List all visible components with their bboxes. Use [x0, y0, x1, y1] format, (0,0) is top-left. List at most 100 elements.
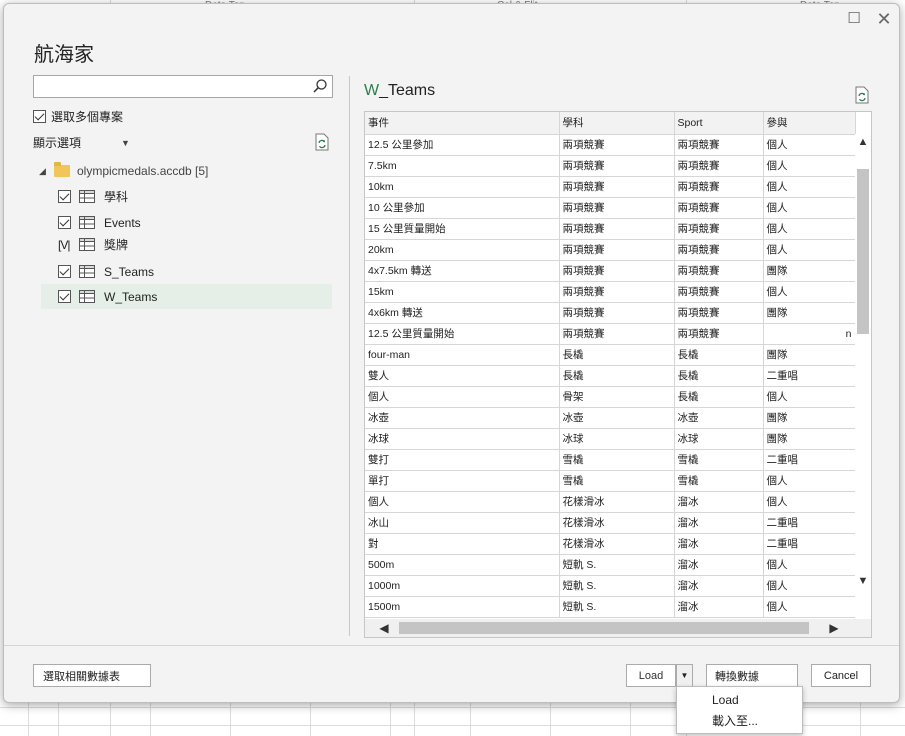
- table-cell[interactable]: 團隊: [763, 260, 856, 282]
- transform-data-button[interactable]: 轉換數據: [706, 664, 798, 687]
- table-row[interactable]: 1500m 短軌 S. 溜冰 個人: [365, 596, 856, 618]
- table-cell[interactable]: 溜冰: [674, 554, 764, 576]
- load-dropdown-chevron-icon[interactable]: ▼: [676, 664, 693, 687]
- preview-grid[interactable]: 事件 學科 Sport 參與 12.5 公里參加 兩項競賽 兩項競賽 個人 7.5km 兩…: [364, 111, 872, 638]
- table-cell[interactable]: 兩項競賽: [559, 134, 675, 156]
- table-cell[interactable]: 4x6km 轉送: [365, 302, 560, 324]
- table-cell[interactable]: 兩項競賽: [674, 281, 764, 303]
- refresh-icon[interactable]: [314, 133, 330, 151]
- table-row[interactable]: 冰山 花樣滑冰 溜冰 二重唱: [365, 512, 856, 534]
- pane-divider[interactable]: [349, 76, 350, 636]
- table-cell[interactable]: 個人: [763, 386, 856, 408]
- table-cell[interactable]: 個人: [763, 155, 856, 177]
- table-cell[interactable]: 團隊: [763, 344, 856, 366]
- table-cell[interactable]: 冰球: [674, 428, 764, 450]
- table-row[interactable]: 4x6km 轉送 兩項競賽 兩項競賽 團隊: [365, 302, 856, 324]
- table-cell[interactable]: 長橇: [559, 365, 675, 387]
- table-cell[interactable]: 4x7.5km 轉送: [365, 260, 560, 282]
- table-cell[interactable]: 冰球: [559, 428, 675, 450]
- table-cell[interactable]: 冰球: [365, 428, 560, 450]
- vertical-scroll-thumb[interactable]: [857, 169, 869, 334]
- table-cell[interactable]: 10km: [365, 176, 560, 198]
- table-row[interactable]: 個人 骨架 長橇 個人: [365, 386, 856, 408]
- table-cell[interactable]: 二重唱: [763, 365, 856, 387]
- menu-item-load-to[interactable]: 載入至...: [712, 712, 758, 729]
- table-row[interactable]: 10km 兩項競賽 兩項競賽 個人: [365, 176, 856, 198]
- table-cell[interactable]: 溜冰: [674, 491, 764, 513]
- table-cell[interactable]: 兩項競賽: [674, 239, 764, 261]
- menu-item-load[interactable]: Load: [712, 693, 739, 707]
- table-row[interactable]: 對花樣滑冰 溜冰 二重唱: [365, 533, 856, 555]
- refresh-icon[interactable]: [854, 86, 870, 104]
- table-cell[interactable]: 雪橇: [559, 449, 675, 471]
- table-row[interactable]: 單打 雪橇 雪橇 個人: [365, 470, 856, 492]
- table-row[interactable]: 10 公里參加 兩項競賽 兩項競賽 個人: [365, 197, 856, 219]
- table-cell[interactable]: 雙人: [365, 365, 560, 387]
- table-cell[interactable]: 個人: [763, 239, 856, 261]
- table-cell[interactable]: 二重唱: [763, 449, 856, 471]
- maximize-button[interactable]: ☐: [844, 10, 864, 30]
- tree-item-medals[interactable]: [V| 獎牌: [41, 232, 332, 257]
- table-cell[interactable]: 花樣滑冰: [559, 491, 675, 513]
- table-cell[interactable]: 溜冰: [674, 512, 764, 534]
- table-cell[interactable]: 兩項競賽: [674, 323, 764, 345]
- tree-item-w-teams[interactable]: W_Teams: [41, 284, 332, 309]
- table-cell[interactable]: 個人: [763, 197, 856, 219]
- table-cell[interactable]: 短軌 S.: [559, 596, 675, 618]
- table-cell[interactable]: 溜冰: [674, 575, 764, 597]
- table-cell[interactable]: 冰壺: [559, 407, 675, 429]
- table-cell[interactable]: n: [763, 323, 856, 345]
- horizontal-scroll-thumb[interactable]: [399, 622, 809, 634]
- column-header[interactable]: 學科: [559, 112, 675, 135]
- table-cell[interactable]: 兩項競賽: [559, 155, 675, 177]
- table-cell[interactable]: 團隊: [763, 428, 856, 450]
- table-cell[interactable]: 個人: [763, 134, 856, 156]
- table-cell[interactable]: 兩項競賽: [559, 197, 675, 219]
- table-cell[interactable]: 冰壺: [674, 407, 764, 429]
- table-cell[interactable]: 雪橇: [674, 470, 764, 492]
- table-cell[interactable]: 個人: [365, 386, 560, 408]
- table-row[interactable]: 500m 短軌 S. 溜冰 個人: [365, 554, 856, 576]
- checkbox-icon[interactable]: [58, 216, 71, 229]
- table-cell[interactable]: 12.5 公里參加: [365, 134, 560, 156]
- table-cell[interactable]: 雪橇: [674, 449, 764, 471]
- table-row[interactable]: 20km 兩項競賽 兩項競賽 個人: [365, 239, 856, 261]
- table-row[interactable]: 7.5km 兩項競賽 兩項競賽 個人: [365, 155, 856, 177]
- table-cell[interactable]: 二重唱: [763, 512, 856, 534]
- table-cell[interactable]: 溜冰: [674, 533, 764, 555]
- table-cell[interactable]: 對: [365, 533, 560, 555]
- tree-item-s-teams[interactable]: S_Teams: [41, 259, 332, 284]
- table-row[interactable]: 1000m 短軌 S. 溜冰 個人: [365, 575, 856, 597]
- partial-checkbox-icon[interactable]: [V|: [58, 238, 71, 252]
- table-cell[interactable]: 10 公里參加: [365, 197, 560, 219]
- checkbox-icon[interactable]: [58, 190, 71, 203]
- table-cell[interactable]: 500m: [365, 554, 560, 576]
- display-options-dropdown[interactable]: 顯示選項 ▼: [33, 134, 130, 151]
- table-cell[interactable]: 7.5km: [365, 155, 560, 177]
- table-cell[interactable]: 個人: [763, 596, 856, 618]
- cancel-button[interactable]: Cancel: [811, 664, 871, 687]
- table-cell[interactable]: 冰壺: [365, 407, 560, 429]
- select-related-tables-button[interactable]: 選取相關數據表: [33, 664, 151, 687]
- table-cell[interactable]: 長橇: [674, 386, 764, 408]
- table-cell[interactable]: 個人: [763, 575, 856, 597]
- tree-item-discipline[interactable]: 學科: [41, 184, 332, 209]
- checkbox-icon[interactable]: [58, 290, 71, 303]
- table-cell[interactable]: 兩項競賽: [559, 281, 675, 303]
- column-header[interactable]: 參與: [763, 112, 856, 135]
- checkbox-icon[interactable]: [58, 265, 71, 278]
- checkbox-icon[interactable]: [33, 110, 46, 123]
- table-cell[interactable]: 個人: [763, 176, 856, 198]
- table-row[interactable]: 雙人 長橇 長橇 二重唱: [365, 365, 856, 387]
- table-row[interactable]: 雙打 雪橇 雪橇 二重唱: [365, 449, 856, 471]
- table-cell[interactable]: four-man: [365, 344, 560, 366]
- table-cell[interactable]: 雪橇: [559, 470, 675, 492]
- search-input[interactable]: [33, 75, 333, 98]
- table-cell[interactable]: 個人: [763, 281, 856, 303]
- load-button[interactable]: Load: [626, 664, 676, 687]
- vertical-scrollbar[interactable]: ▲ ▼: [855, 134, 871, 619]
- search-icon[interactable]: [312, 78, 328, 94]
- table-cell[interactable]: 兩項競賽: [674, 134, 764, 156]
- horizontal-scrollbar[interactable]: ◀ ▶: [365, 619, 871, 637]
- table-cell[interactable]: 兩項競賽: [559, 239, 675, 261]
